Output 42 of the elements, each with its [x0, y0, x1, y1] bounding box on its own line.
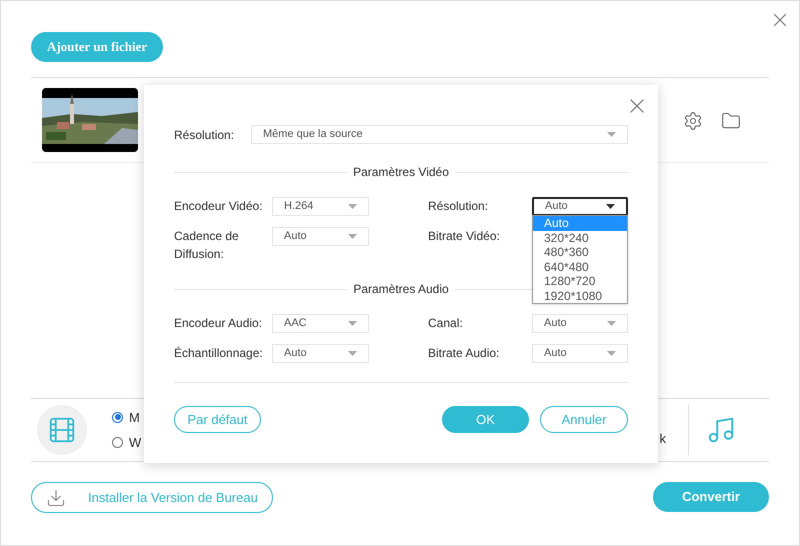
field-label: Bitrate Audio: [428, 345, 500, 362]
caret-icon [607, 321, 616, 326]
dropdown-select[interactable]: Auto [272, 344, 369, 363]
dropdown-select[interactable]: AAC [272, 314, 369, 333]
format-label: M [129, 408, 140, 426]
dropdown-select[interactable]: Même que la source [251, 125, 628, 144]
field-label: Cadence de Diffusion: [174, 228, 240, 263]
download-icon [46, 488, 66, 508]
radio-button[interactable] [112, 437, 123, 448]
caret-icon [348, 204, 357, 209]
radio-button[interactable] [112, 412, 123, 423]
dropdown-option[interactable]: 480*360 [533, 245, 627, 260]
film-icon [47, 415, 77, 445]
caret-icon [607, 132, 616, 137]
caret-icon [348, 321, 357, 326]
dropdown-select[interactable]: H.264 [272, 197, 369, 216]
format-label: k [660, 430, 666, 448]
dropdown-select[interactable]: Auto [532, 344, 628, 363]
music-icon [706, 415, 736, 445]
dropdown-option[interactable]: 1920*1080 [533, 288, 627, 303]
field-label: Bitrate Vidéo: [428, 228, 501, 245]
dropdown-select[interactable]: Auto [532, 314, 628, 333]
section-title: Paramètres Vidéo [352, 164, 450, 181]
field-label: Canal: [428, 315, 464, 332]
field-label: Encodeur Vidéo: [174, 198, 264, 215]
caret-icon [607, 351, 616, 356]
settings-icon[interactable] [683, 111, 703, 131]
dropdown-option[interactable]: 320*240 [533, 230, 627, 245]
section-title: Paramètres Audio [352, 281, 450, 298]
field-label: Résolution: [174, 126, 236, 144]
caret-icon [348, 351, 357, 356]
field-label: Encodeur Audio: [174, 315, 264, 332]
caret-icon [348, 234, 357, 239]
dropdown-select[interactable]: Auto [532, 197, 628, 216]
field-label: Résolution: [428, 198, 490, 215]
dropdown-option[interactable]: 640*480 [533, 260, 627, 274]
caret-icon [606, 204, 615, 209]
dropdown-select[interactable]: Auto [272, 227, 369, 246]
dropdown-option[interactable]: 1280*720 [533, 274, 627, 288]
folder-icon[interactable] [721, 111, 741, 131]
field-label: Échantillonnage: [174, 345, 264, 362]
format-label: W [129, 434, 142, 452]
